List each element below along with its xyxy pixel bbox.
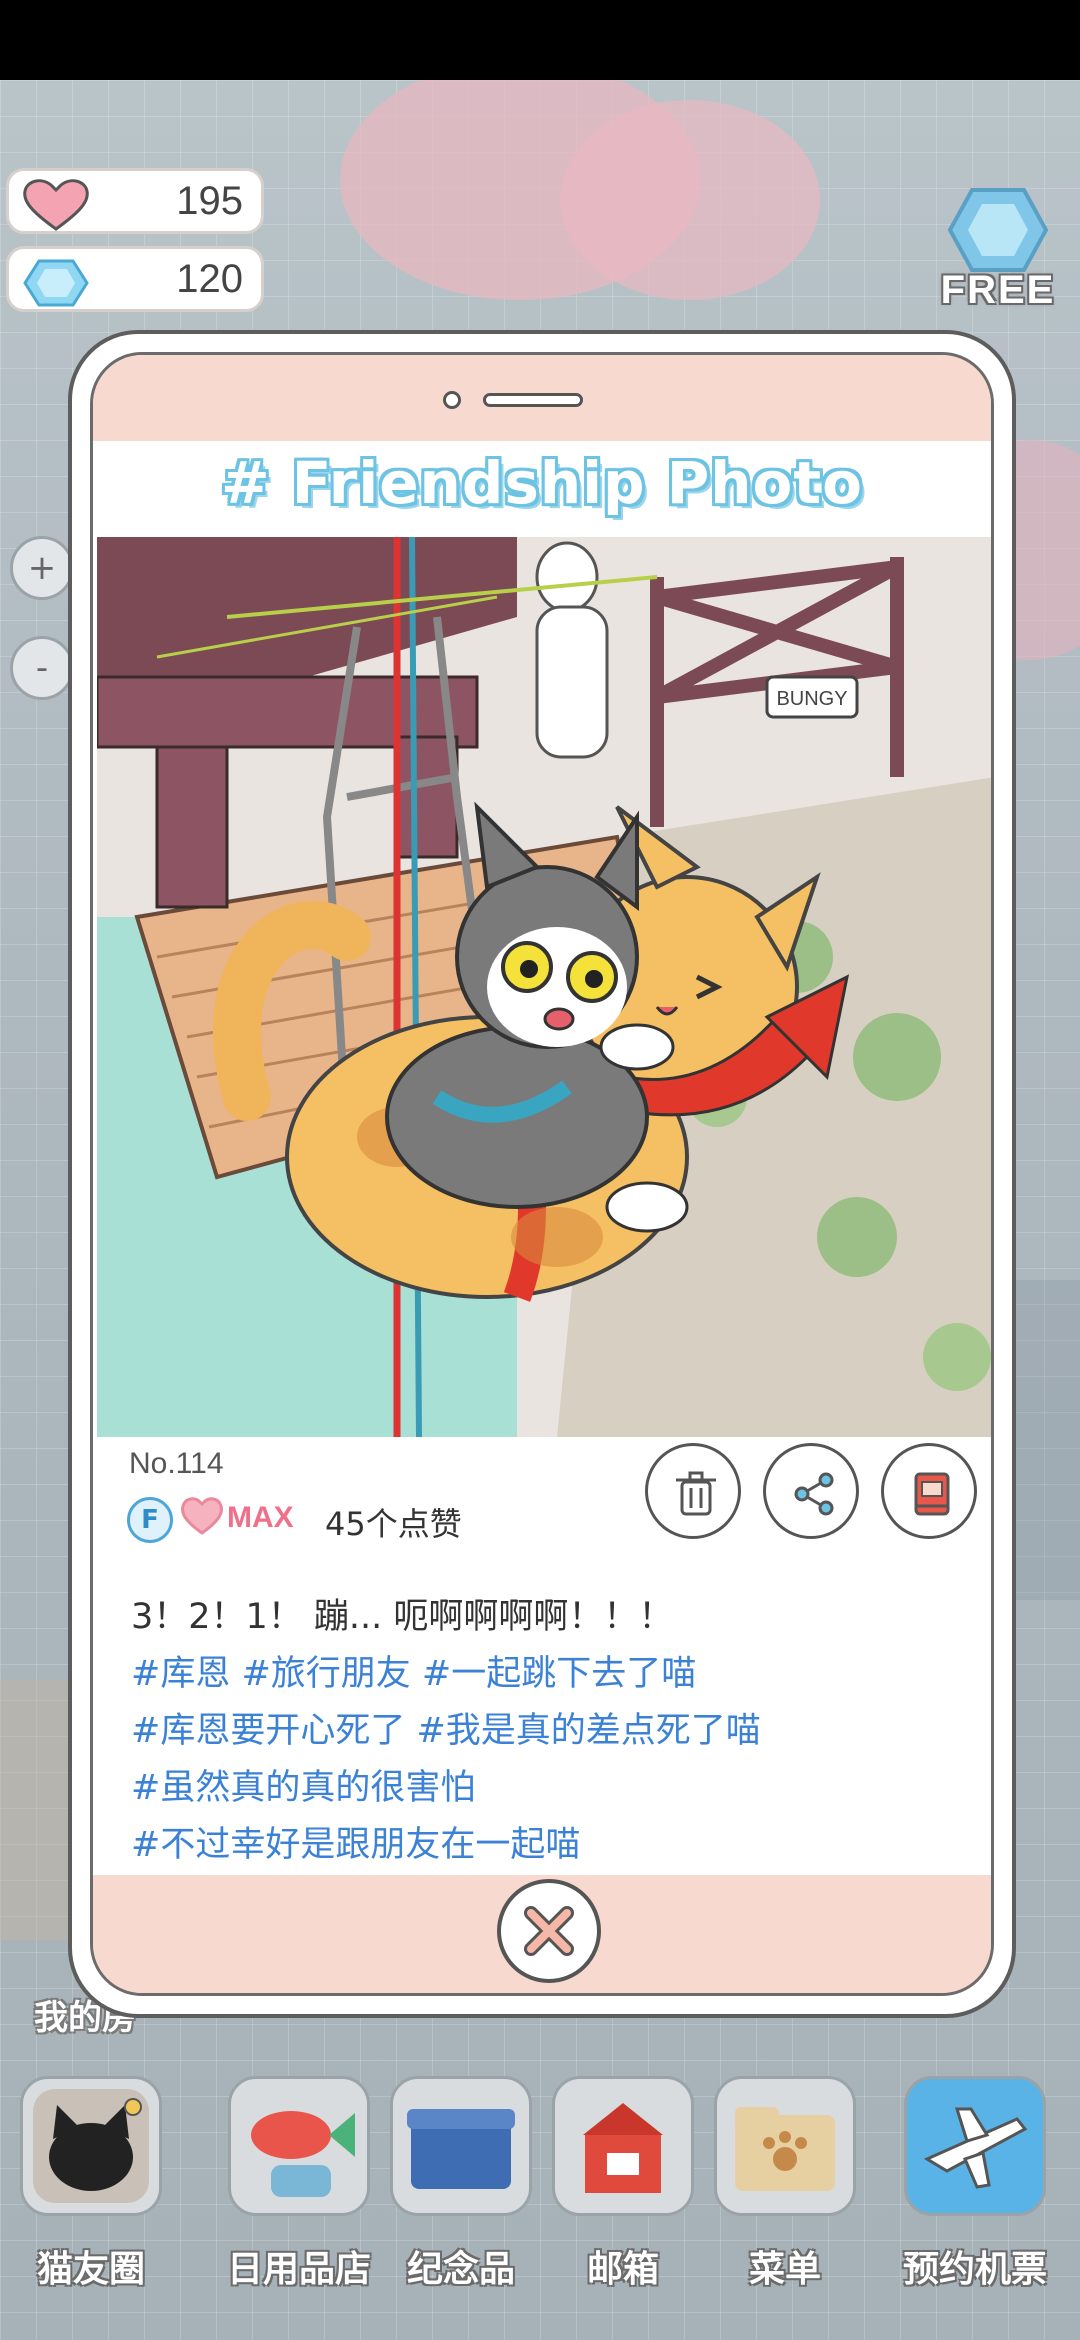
speaker-slot bbox=[483, 393, 583, 407]
gem-icon bbox=[947, 188, 1049, 272]
zoom-in-button[interactable]: + bbox=[10, 536, 74, 600]
delete-button[interactable] bbox=[645, 1443, 741, 1539]
friendship-photo-modal: # Friendship Photo BUNGY No.114 F MAX 45… bbox=[68, 330, 1016, 2018]
nav-menu[interactable]: 菜单 bbox=[710, 2066, 860, 2306]
heart-icon bbox=[23, 179, 89, 231]
friend-badge: F bbox=[127, 1497, 173, 1543]
photo-number: No.114 bbox=[129, 1447, 224, 1480]
hashtag-line: #虽然真的真的很害怕 bbox=[131, 1768, 476, 1808]
nav-cat-friends[interactable]: 猫友圈 bbox=[16, 2066, 166, 2306]
hearts-counter: 195 bbox=[6, 168, 264, 234]
photo-details: No.114 F MAX 45个点赞 3！2！1！ 蹦... 呃啊啊啊啊！！！ … bbox=[93, 1437, 991, 1875]
free-label: FREE bbox=[940, 268, 1056, 312]
souvenir-box-icon bbox=[390, 2076, 532, 2216]
share-button[interactable] bbox=[763, 1443, 859, 1539]
nav-book-flight[interactable]: 预约机票 bbox=[900, 2066, 1050, 2306]
hashtag-line: #库恩 #旅行朋友 #一起跳下去了喵 bbox=[131, 1654, 697, 1694]
nav-mailbox[interactable]: 邮箱 bbox=[548, 2066, 698, 2306]
phone-screen: # Friendship Photo BUNGY No.114 F MAX 45… bbox=[93, 441, 991, 1875]
hashtag-line: #库恩要开心死了 #我是真的差点死了喵 bbox=[131, 1711, 761, 1751]
folder-paw-icon bbox=[714, 2076, 856, 2216]
modal-title: # Friendship Photo bbox=[221, 449, 863, 517]
gems-counter: 120 bbox=[6, 246, 264, 312]
nav-label: 预约机票 bbox=[902, 2249, 1047, 2290]
camera-dot bbox=[443, 391, 461, 409]
heart-icon bbox=[181, 1497, 223, 1535]
friendship-photo: BUNGY bbox=[97, 537, 991, 1437]
gems-value: 120 bbox=[176, 257, 243, 301]
airplane-icon bbox=[904, 2076, 1046, 2216]
mailbox-icon bbox=[552, 2076, 694, 2216]
free-gem-button[interactable]: FREE bbox=[928, 180, 1068, 330]
nav-daily-shop[interactable]: 日用品店 bbox=[224, 2066, 374, 2306]
share-icon bbox=[794, 1472, 834, 1516]
phone-bottom-bar bbox=[93, 1875, 991, 1993]
gem-icon bbox=[23, 259, 89, 307]
zoom-in-label: + bbox=[27, 548, 57, 588]
album-icon bbox=[914, 1472, 950, 1516]
close-button[interactable] bbox=[497, 1879, 601, 1983]
friendship-max-label: MAX bbox=[227, 1501, 294, 1534]
hashtag-line: #不过幸好是跟朋友在一起喵 bbox=[131, 1825, 581, 1865]
nav-souvenirs[interactable]: 纪念品 bbox=[386, 2066, 536, 2306]
fish-toy-icon bbox=[228, 2076, 370, 2216]
likes-count: 45个点赞 bbox=[325, 1505, 462, 1543]
photo-caption: 3！2！1！ 蹦... 呃啊啊啊啊！！！ #库恩 #旅行朋友 #一起跳下去了喵 … bbox=[131, 1589, 961, 1874]
hearts-value: 195 bbox=[176, 179, 243, 223]
caption-text: 3！2！1！ 蹦... 呃啊啊啊啊！！！ bbox=[131, 1597, 674, 1637]
close-icon bbox=[524, 1906, 574, 1956]
zoom-out-label: - bbox=[35, 648, 49, 688]
status-bar bbox=[0, 0, 1080, 80]
phone-frame: # Friendship Photo BUNGY No.114 F MAX 45… bbox=[90, 352, 994, 1996]
bottom-navigation: 猫友圈 日用品店 纪念品 邮箱 菜单 预约机票 bbox=[0, 2066, 1080, 2340]
trash-icon bbox=[676, 1471, 716, 1516]
phone-top-bar bbox=[93, 355, 991, 441]
cat-camera-icon bbox=[20, 2076, 162, 2216]
zoom-out-button[interactable]: - bbox=[10, 636, 74, 700]
nav-label: 菜单 bbox=[748, 2249, 821, 2290]
album-button[interactable] bbox=[881, 1443, 977, 1539]
bungy-sign: BUNGY bbox=[776, 688, 847, 710]
nav-label: 猫友圈 bbox=[36, 2249, 145, 2290]
